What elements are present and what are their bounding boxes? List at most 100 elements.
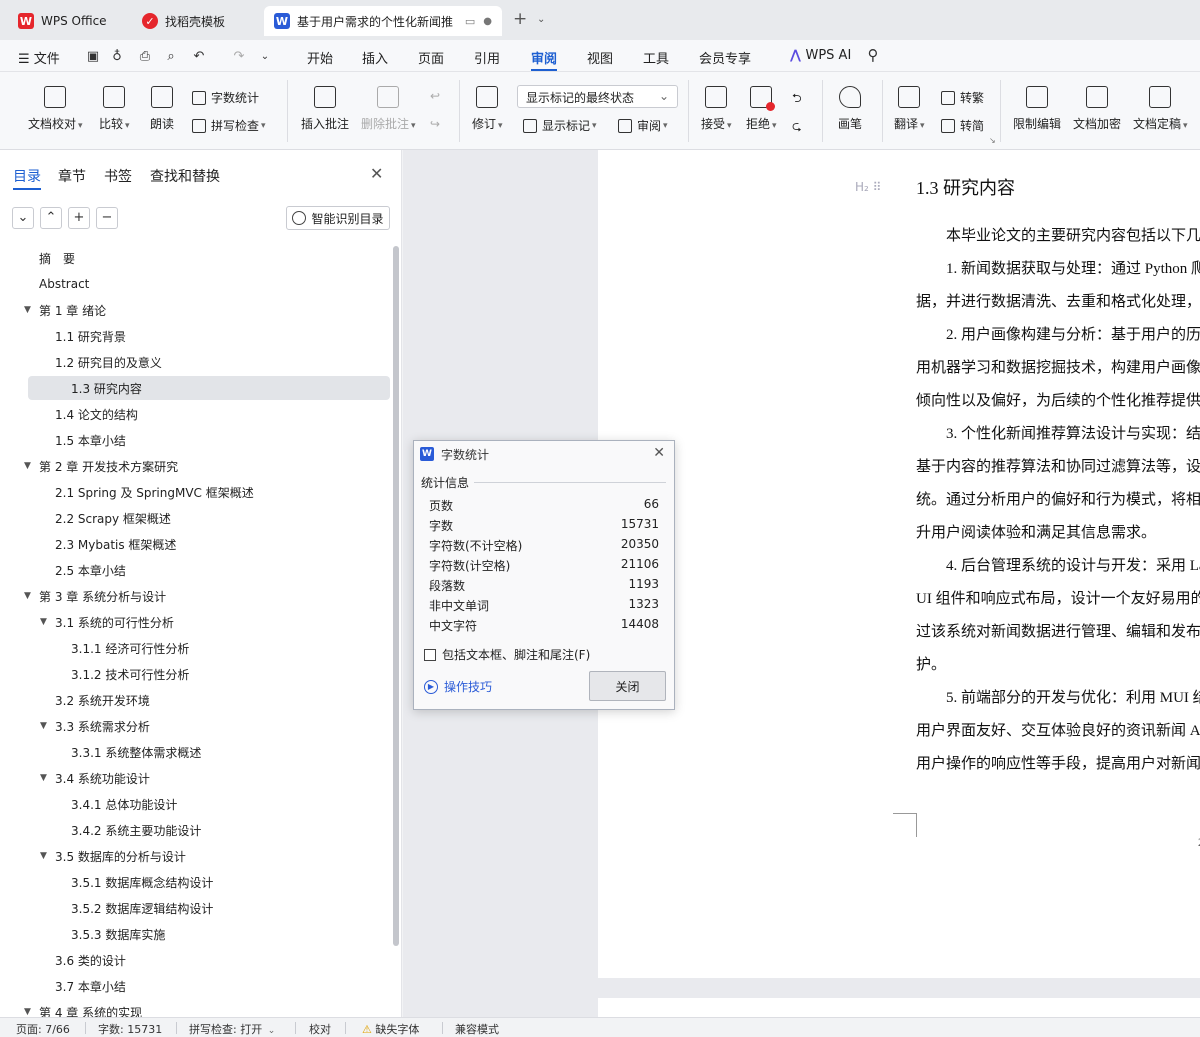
expand-down-icon[interactable]: ⌄	[12, 207, 34, 229]
spell-check-button[interactable]: 拼写检查 ▾	[192, 117, 266, 134]
toc-item[interactable]: 3.6 类的设计	[55, 948, 126, 972]
toc-item[interactable]: 1.1 研究背景	[55, 324, 126, 348]
nav-scrollbar[interactable]	[393, 246, 399, 946]
next-comment-icon[interactable]: ↪	[430, 117, 440, 131]
nav-tab-bookmarks[interactable]: 书签	[104, 166, 132, 186]
status-spell-check[interactable]: 拼写检查: 打开 ⌄	[189, 1021, 275, 1037]
document-text-line[interactable]: 升用户阅读体验和满足其信息需求。	[916, 521, 1156, 542]
toc-item[interactable]: 3.5.1 数据库概念结构设计	[71, 870, 213, 894]
menu-tools[interactable]: 工具	[643, 48, 669, 67]
toc-expand-caret-icon[interactable]: ▼	[24, 1007, 31, 1017]
menu-start[interactable]: 开始	[307, 48, 333, 67]
toc-item[interactable]: 3.2 系统开发环境	[55, 688, 150, 712]
document-text-line[interactable]: 4. 后台管理系统的设计与开发：采用 Layui 进行前端开发，利用	[916, 554, 1200, 575]
document-text-line[interactable]: 护。	[916, 653, 946, 674]
status-proof[interactable]: 校对	[309, 1021, 331, 1037]
toc-item[interactable]: ▼ 第 1 章 绪论	[24, 298, 106, 322]
accept-button[interactable]: 接受 ▾	[701, 86, 732, 132]
tab-unsaved-dot-icon[interactable]: ●	[483, 16, 492, 27]
save-icon[interactable]: ▣	[86, 50, 100, 64]
toc-expand-caret-icon[interactable]: ▼	[40, 617, 47, 627]
toc-expand-caret-icon[interactable]: ▼	[40, 851, 47, 861]
toc-item[interactable]: 3.4.1 总体功能设计	[71, 792, 177, 816]
share-icon[interactable]: ♁	[110, 50, 124, 64]
toc-item-selected[interactable]: 1.3 研究内容	[28, 376, 390, 400]
smart-toc-button[interactable]: 智能识别目录	[286, 206, 390, 230]
toc-item[interactable]: ▼ 3.1 系统的可行性分析	[40, 610, 174, 634]
toc-item[interactable]: 1.4 论文的结构	[55, 402, 138, 426]
toc-item[interactable]: 1.5 本章小结	[55, 428, 126, 452]
toc-item[interactable]: 1.2 研究目的及意义	[55, 350, 162, 374]
document-text-line[interactable]: UI 组件和响应式布局，设计一个友好易用的后台管理系统界面。管理	[916, 587, 1200, 608]
collapse-up-icon[interactable]: ⌃	[40, 207, 62, 229]
restrict-edit-button[interactable]: 限制编辑	[1013, 86, 1061, 132]
insert-comment-button[interactable]: 插入批注	[301, 86, 349, 132]
menu-file[interactable]: ☰ 文件	[18, 48, 60, 67]
toc-item[interactable]: 3.1.1 经济可行性分析	[71, 636, 189, 660]
tab-wps-office[interactable]: W WPS Office	[8, 6, 124, 36]
document-text-line[interactable]: 统。通过分析用户的偏好和行为模式，将相关性较高的新闻推荐给用	[916, 488, 1200, 509]
toc-item[interactable]: 3.1.2 技术可行性分析	[71, 662, 189, 686]
dialog-launcher-icon[interactable]: ↘	[989, 136, 996, 145]
document-text-line[interactable]: 用户界面友好、交互体验良好的资讯新闻 APP。通过优化页面加载速	[916, 719, 1200, 740]
close-button[interactable]: 关闭	[589, 671, 666, 701]
document-text-line[interactable]: 过该系统对新闻数据进行管理、编辑和发布，实现对推荐系统的灵活	[916, 620, 1200, 641]
compare-button[interactable]: 比较 ▾	[99, 86, 130, 132]
show-markup-button[interactable]: 显示标记 ▾	[523, 117, 597, 134]
toc-item[interactable]: 3.5.2 数据库逻辑结构设计	[71, 896, 213, 920]
tips-link[interactable]: ▶ 操作技巧	[424, 678, 492, 695]
encrypt-button[interactable]: 文档加密	[1073, 86, 1121, 132]
doc-proofread-button[interactable]: 文档校对 ▾	[28, 86, 83, 132]
document-text-line[interactable]: 基于内容的推荐算法和协同过滤算法等，设计和实现一个有效的个性	[916, 455, 1200, 476]
review-pane-button[interactable]: 审阅 ▾	[618, 117, 668, 134]
print-preview-icon[interactable]: ⌕	[164, 50, 178, 64]
delete-comment-button[interactable]: 删除批注 ▾	[361, 86, 416, 132]
search-icon[interactable]: ⚲	[866, 48, 880, 63]
close-icon[interactable]: ✕	[370, 164, 383, 183]
toc-item[interactable]: Abstract	[39, 272, 89, 296]
menu-insert[interactable]: 插入	[362, 48, 388, 67]
toc-item[interactable]: ▼ 第 2 章 开发技术方案研究	[24, 454, 178, 478]
quick-more-chevron-icon[interactable]: ⌄	[258, 50, 272, 64]
toc-expand-caret-icon[interactable]: ▼	[24, 591, 31, 601]
ink-button[interactable]: 画笔	[838, 86, 862, 132]
section-heading[interactable]: 1.3 研究内容	[916, 174, 1015, 200]
undo-icon[interactable]: ↶	[192, 50, 206, 64]
to-simplified-button[interactable]: 转简	[941, 117, 984, 134]
toc-item[interactable]: 3.4.2 系统主要功能设计	[71, 818, 201, 842]
tab-window-icon[interactable]: ▭	[465, 15, 475, 28]
document-text-line[interactable]: 2. 用户画像构建与分析：基于用户的历史浏览记录、兴趣标签等	[916, 323, 1200, 344]
drag-handle-icon[interactable]: ⠿	[873, 180, 882, 194]
include-textbox-checkbox[interactable]: 包括文本框、脚注和尾注(F)	[424, 646, 590, 663]
prev-change-icon[interactable]: ⮌	[792, 89, 802, 110]
wps-ai-button[interactable]: ⋀ WPS AI	[790, 48, 851, 63]
toc-item[interactable]: ▼ 3.4 系统功能设计	[40, 766, 150, 790]
document-text-line[interactable]: 本毕业论文的主要研究内容包括以下几个重点：	[916, 224, 1200, 245]
toc-expand-caret-icon[interactable]: ▼	[24, 461, 31, 471]
document-text-line[interactable]: 5. 前端部分的开发与优化：利用 MUI 结合 Vue.js 进行前端开发，	[916, 686, 1200, 707]
word-count-button[interactable]: 字数统计	[192, 89, 259, 106]
remove-heading-icon[interactable]: −	[96, 207, 118, 229]
menu-review[interactable]: 审阅	[531, 48, 557, 67]
nav-tab-toc[interactable]: 目录	[13, 166, 41, 186]
tab-list-chevron-icon[interactable]: ⌄	[537, 14, 545, 25]
document-text-line[interactable]: 用户操作的响应性等手段，提高用户对新闻内容的感知质量和满意度	[916, 752, 1200, 773]
checkbox-box[interactable]	[424, 648, 436, 661]
toc-item[interactable]: 2.1 Spring 及 SpringMVC 框架概述	[55, 480, 254, 504]
tab-docer[interactable]: ✓ 找稻壳模板	[132, 6, 260, 36]
toc-item[interactable]: ▼ 3.5 数据库的分析与设计	[40, 844, 186, 868]
toc-item[interactable]: 3.3.1 系统整体需求概述	[71, 740, 201, 764]
read-aloud-button[interactable]: 朗读	[150, 86, 174, 132]
toc-item[interactable]: 3.7 本章小结	[55, 974, 126, 998]
toc-item[interactable]: 3.5.3 数据库实施	[71, 922, 165, 946]
toc-item[interactable]: 2.3 Mybatis 框架概述	[55, 532, 176, 556]
status-page[interactable]: 页面: 7/66	[16, 1021, 70, 1037]
document-text-line[interactable]: 用机器学习和数据挖掘技术，构建用户画像模型，深入了解用户的兴	[916, 356, 1200, 377]
translate-button[interactable]: 翻译 ▾	[894, 86, 925, 132]
menu-reference[interactable]: 引用	[474, 48, 500, 67]
toc-item[interactable]: 2.2 Scrapy 框架概述	[55, 506, 171, 530]
toc-item[interactable]: 摘 要	[39, 246, 75, 270]
add-heading-icon[interactable]: +	[68, 207, 90, 229]
nav-tab-find-replace[interactable]: 查找和替换	[150, 166, 220, 186]
nav-tab-sections[interactable]: 章节	[58, 166, 86, 186]
